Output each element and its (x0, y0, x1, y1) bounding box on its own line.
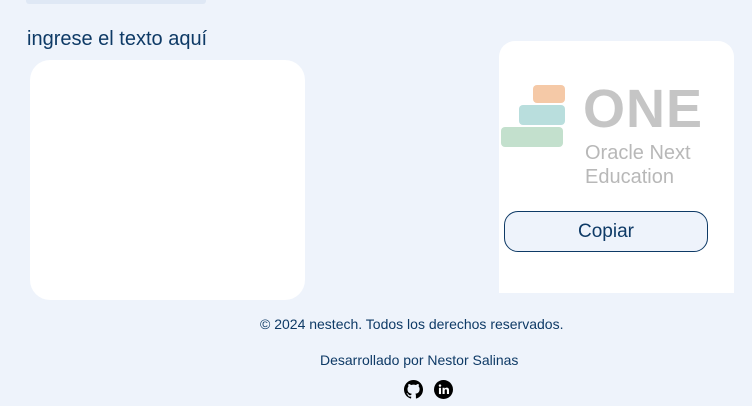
logo-subtitle: Oracle Next Education (585, 141, 691, 189)
logo-bars-icon (501, 85, 565, 149)
output-panel: ONE Oracle Next Education Copiar (499, 41, 734, 293)
text-input[interactable] (30, 60, 305, 300)
logo-bar-teal (519, 105, 565, 125)
input-label: ingrese el texto aquí (27, 28, 208, 50)
logo-bar-orange (533, 85, 565, 103)
logo-bar-green (501, 127, 563, 147)
developer-credit: Desarrollado por Nestor Salinas (320, 352, 519, 368)
top-strip (26, 0, 206, 4)
social-links (404, 380, 453, 400)
copy-button[interactable]: Copiar (504, 211, 708, 252)
logo-title: ONE (583, 79, 704, 139)
github-link[interactable] (404, 380, 424, 399)
logo-subtitle-line1: Oracle Next (585, 142, 691, 164)
logo-subtitle-line2: Education (585, 166, 674, 188)
one-logo: ONE Oracle Next Education (499, 79, 734, 191)
copyright-text: © 2024 nestech. Todos los derechos reser… (260, 316, 564, 332)
linkedin-icon (434, 380, 453, 399)
linkedin-link[interactable] (434, 380, 453, 399)
github-icon (404, 380, 424, 399)
